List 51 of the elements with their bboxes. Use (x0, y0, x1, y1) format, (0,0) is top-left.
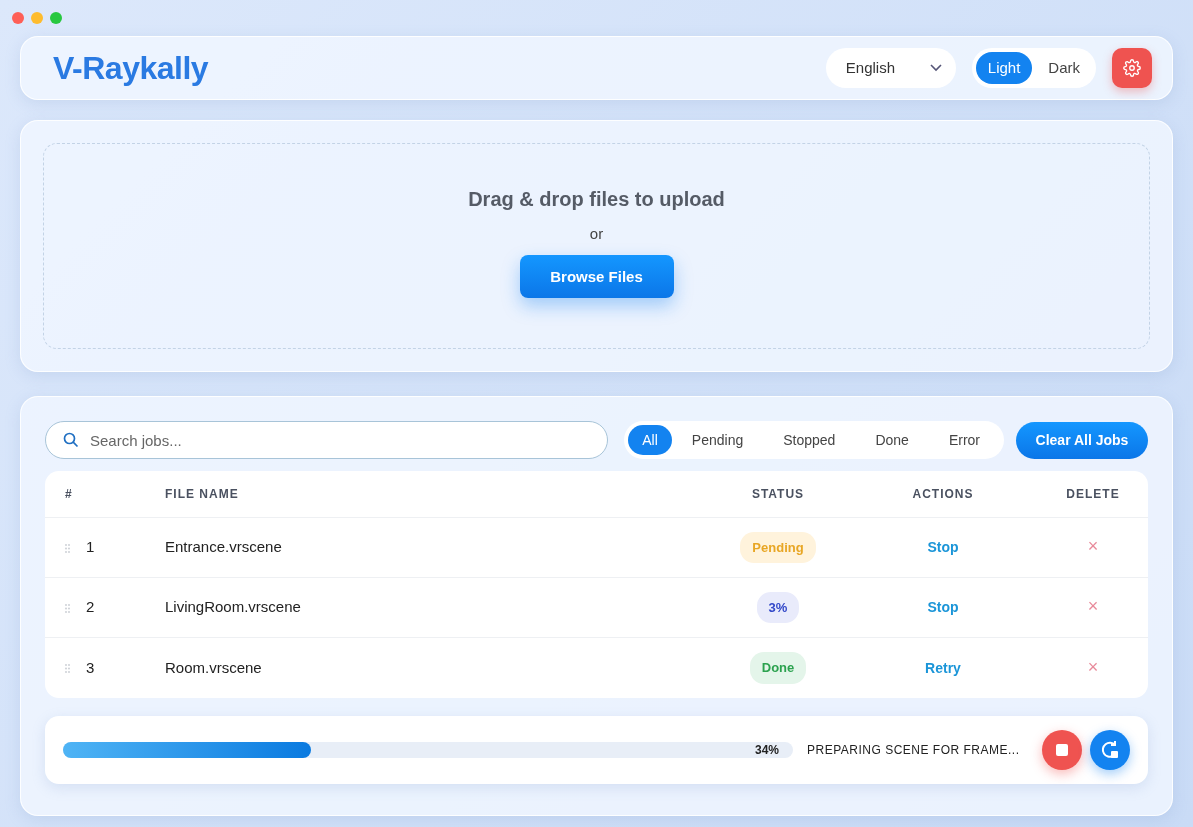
maximize-window-icon[interactable] (50, 12, 62, 24)
column-header: # (65, 487, 73, 501)
render-button[interactable] (1090, 730, 1130, 770)
theme-tab[interactable]: Dark (1036, 52, 1092, 84)
drop-zone[interactable]: Drag & drop files to upload or Browse Files (43, 143, 1150, 349)
row-number: 3 (86, 658, 95, 676)
drag-handle-icon[interactable] (65, 543, 70, 553)
delete-button[interactable]: × (1087, 657, 1099, 676)
delete-button[interactable]: × (1087, 597, 1099, 616)
status-badge: Pending (740, 531, 816, 564)
file-name: LivingRoom.vrscene (165, 598, 301, 616)
column-header: STATUS (751, 487, 805, 501)
stop-button[interactable] (1042, 730, 1082, 770)
drop-zone-heading: Drag & drop files to upload (468, 186, 725, 212)
row-number: 1 (86, 538, 95, 556)
status-badge: Done (749, 652, 807, 684)
language-select[interactable]: English (825, 48, 956, 88)
browse-files-button[interactable]: Browse Files (519, 255, 674, 299)
drag-handle-icon[interactable] (65, 664, 70, 674)
file-name: Entrance.vrscene (165, 538, 282, 556)
file-name: Room.vrscene (165, 658, 262, 676)
delete-button[interactable]: × (1087, 537, 1099, 556)
refresh-icon (1099, 739, 1121, 761)
progress-reading: 34% (754, 742, 779, 758)
action-link[interactable]: Retry (925, 657, 961, 679)
drag-handle-icon[interactable] (65, 603, 70, 613)
column-header: FILE NAME (165, 487, 239, 501)
minimize-window-icon[interactable] (31, 12, 43, 24)
settings-icon (1123, 59, 1141, 77)
column-header: DELETE (1066, 487, 1120, 501)
status-message: PREPARING SCENE FOR FRAME... (807, 742, 1021, 759)
filter-tab[interactable]: Error (928, 425, 1000, 455)
filter-tab[interactable]: Stopped (763, 425, 856, 455)
close-window-icon[interactable] (12, 12, 24, 24)
filter-tab[interactable]: Done (855, 425, 929, 455)
action-link[interactable]: Stop (927, 537, 959, 559)
row-number: 2 (86, 598, 95, 616)
search-icon (63, 432, 79, 448)
filter-tab[interactable]: Pending (671, 425, 764, 455)
settings-button[interactable] (1112, 48, 1152, 88)
stop-icon (1055, 743, 1069, 757)
clear-all-button[interactable]: Clear All Jobs (1016, 421, 1148, 459)
column-header: ACTIONS (912, 487, 974, 501)
action-link[interactable]: Stop (927, 597, 959, 619)
status-badge: 3% (756, 591, 800, 624)
separator-text: or (589, 223, 604, 244)
filter-tab[interactable]: All (628, 425, 672, 455)
theme-tab[interactable]: Light (975, 52, 1033, 84)
app-logo: V-Raykally (53, 49, 209, 88)
chevron-down-icon (929, 64, 942, 72)
search-field[interactable]: Search jobs... (45, 421, 609, 459)
